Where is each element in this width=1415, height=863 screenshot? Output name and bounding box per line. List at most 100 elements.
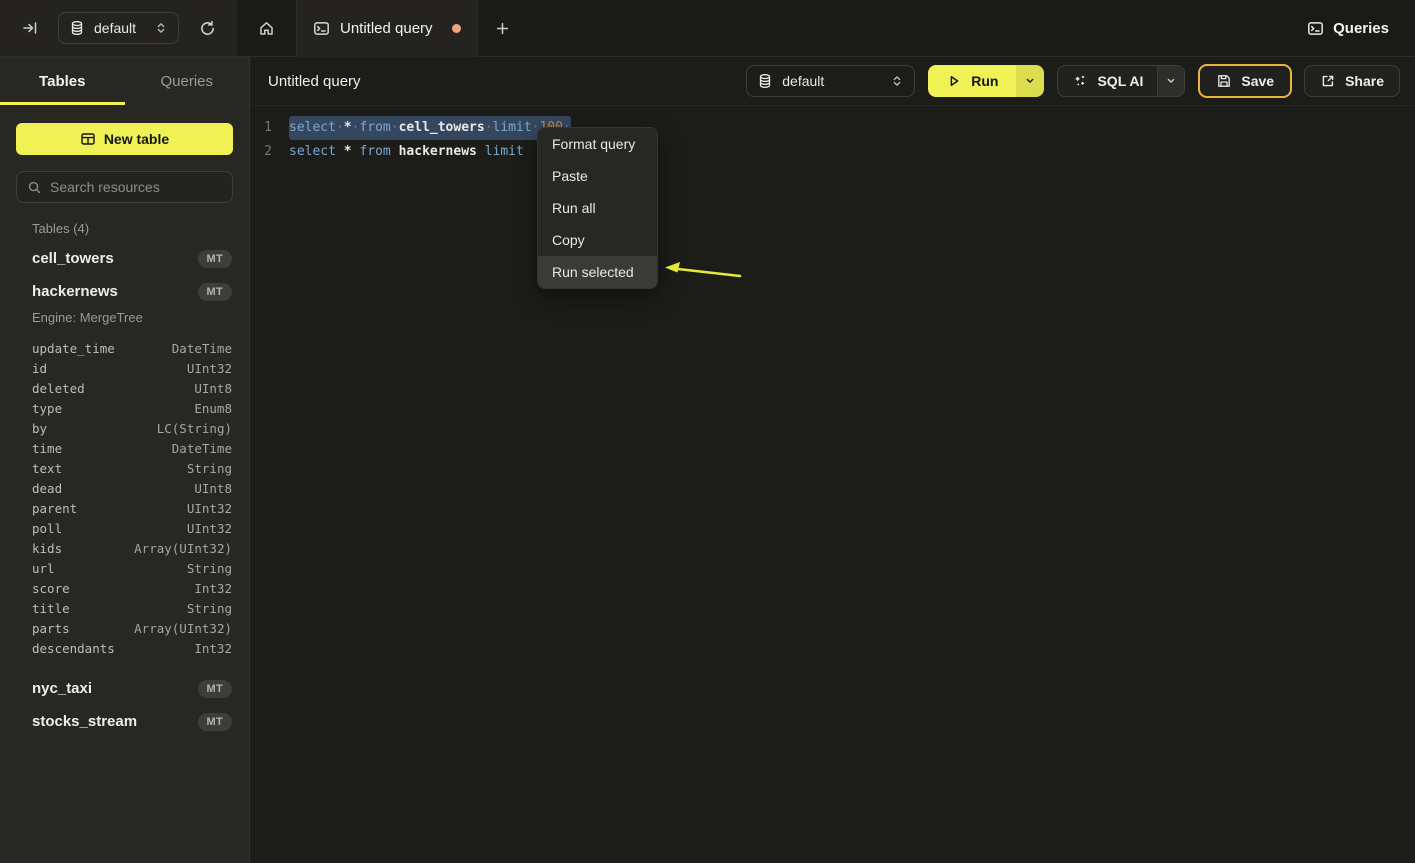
line-number: 1 <box>250 116 280 140</box>
menu-item-paste[interactable]: Paste <box>538 160 657 192</box>
column-type: UInt32 <box>187 521 232 536</box>
sparkles-icon <box>1072 73 1088 89</box>
table-row[interactable]: cell_towersMT <box>0 242 249 275</box>
column-type: Int32 <box>194 581 232 596</box>
app-window: default <box>0 0 1415 863</box>
play-icon <box>946 73 962 89</box>
tab-untitled-query[interactable]: Untitled query <box>296 0 478 57</box>
sidebar: Tables Queries New table Tables (4 <box>0 57 250 863</box>
sidebar-tabs: Tables Queries <box>0 57 249 105</box>
share-external-link-icon <box>1320 73 1336 89</box>
column-name: id <box>32 361 187 376</box>
save-button-label: Save <box>1241 73 1274 89</box>
column-type: Int32 <box>194 641 232 656</box>
table-name: stocks_stream <box>32 713 198 730</box>
new-tab-button[interactable] <box>478 14 526 42</box>
table-row[interactable]: hackernewsMT <box>0 275 249 308</box>
sql-ai-button[interactable]: SQL AI <box>1058 66 1157 96</box>
column-row: idUInt32 <box>32 358 232 378</box>
search-box <box>16 171 233 203</box>
menu-item-run-selected[interactable]: Run selected <box>538 256 657 288</box>
editor-line[interactable]: 1 select·*·from·cell_towers·limit·100· <box>250 116 1415 140</box>
menu-item-format-query[interactable]: Format query <box>538 128 657 160</box>
database-selector[interactable]: default <box>58 12 179 44</box>
sql-ai-label: SQL AI <box>1097 73 1143 89</box>
sidebar-tab-queries[interactable]: Queries <box>125 57 250 105</box>
table-name: hackernews <box>32 283 198 300</box>
run-options-button[interactable] <box>1016 65 1044 97</box>
run-button-group: Run <box>928 65 1044 97</box>
column-row: update_timeDateTime <box>32 338 232 358</box>
tables-section-label: Tables (4) <box>32 221 249 236</box>
column-row: partsArray(UInt32) <box>32 618 232 638</box>
column-row: byLC(String) <box>32 418 232 438</box>
plus-icon <box>488 14 516 42</box>
menu-item-copy[interactable]: Copy <box>538 224 657 256</box>
new-table-button[interactable]: New table <box>16 123 233 155</box>
column-row: descendantsInt32 <box>32 638 232 658</box>
column-type: UInt8 <box>194 381 232 396</box>
active-tab-underline <box>0 102 125 105</box>
column-name: url <box>32 561 187 576</box>
column-row: pollUInt32 <box>32 518 232 538</box>
column-type: Enum8 <box>194 401 232 416</box>
engine-badge: MT <box>198 250 232 268</box>
top-bar: default <box>0 0 1415 57</box>
query-database-value: default <box>782 73 881 89</box>
table-row[interactable]: stocks_streamMT <box>0 705 249 738</box>
column-name: poll <box>32 521 187 536</box>
home-icon <box>253 14 281 42</box>
new-table-label: New table <box>104 131 169 147</box>
column-row: scoreInt32 <box>32 578 232 598</box>
annotation-arrow <box>660 258 750 286</box>
editor-line[interactable]: 2select * from hackernews limit <box>250 140 1415 164</box>
column-name: time <box>32 441 172 456</box>
search-input[interactable] <box>50 179 222 195</box>
share-button[interactable]: Share <box>1304 65 1400 97</box>
column-type: LC(String) <box>157 421 232 436</box>
editor-context-menu: Format queryPasteRun allCopyRun selected <box>537 127 658 289</box>
column-type: Array(UInt32) <box>134 621 232 636</box>
column-type: DateTime <box>172 441 232 456</box>
selected-code: select·*·from·cell_towers·limit·100· <box>289 116 571 140</box>
table-name: nyc_taxi <box>32 680 198 697</box>
queries-button[interactable]: Queries <box>1307 20 1389 37</box>
column-row: titleString <box>32 598 232 618</box>
refresh-button[interactable] <box>193 14 221 42</box>
column-type: String <box>187 461 232 476</box>
column-type: UInt32 <box>187 361 232 376</box>
column-row: timeDateTime <box>32 438 232 458</box>
column-row: parentUInt32 <box>32 498 232 518</box>
unsaved-changes-dot <box>452 24 461 33</box>
table-row[interactable]: nyc_taxiMT <box>0 672 249 705</box>
query-toolbar: Untitled query default <box>250 57 1415 106</box>
column-name: text <box>32 461 187 476</box>
query-database-selector[interactable]: default <box>746 65 915 97</box>
column-row: typeEnum8 <box>32 398 232 418</box>
line-number: 2 <box>250 140 280 164</box>
save-button[interactable]: Save <box>1198 64 1292 98</box>
tab-title: Untitled query <box>340 20 442 37</box>
database-icon <box>69 20 85 36</box>
home-button[interactable] <box>237 0 296 56</box>
sidebar-expand-icon <box>22 20 38 36</box>
sidebar-toggle-button[interactable] <box>16 14 44 42</box>
column-type: Array(UInt32) <box>134 541 232 556</box>
column-name: deleted <box>32 381 194 396</box>
sidebar-tab-tables[interactable]: Tables <box>0 57 125 105</box>
engine-badge: MT <box>198 283 232 301</box>
sql-ai-options-button[interactable] <box>1157 66 1184 96</box>
column-row: kidsArray(UInt32) <box>32 538 232 558</box>
column-name: dead <box>32 481 194 496</box>
columns-list: update_timeDateTimeidUInt32deletedUInt8t… <box>0 338 249 664</box>
sql-editor[interactable]: 1 select·*·from·cell_towers·limit·100·2se… <box>250 106 1415 863</box>
table-grid-icon <box>80 131 96 147</box>
run-button[interactable]: Run <box>928 65 1016 97</box>
column-name: by <box>32 421 157 436</box>
save-icon <box>1216 73 1232 89</box>
column-name: update_time <box>32 341 172 356</box>
table-name: cell_towers <box>32 250 198 267</box>
menu-item-run-all[interactable]: Run all <box>538 192 657 224</box>
column-type: DateTime <box>172 341 232 356</box>
column-row: deletedUInt8 <box>32 378 232 398</box>
